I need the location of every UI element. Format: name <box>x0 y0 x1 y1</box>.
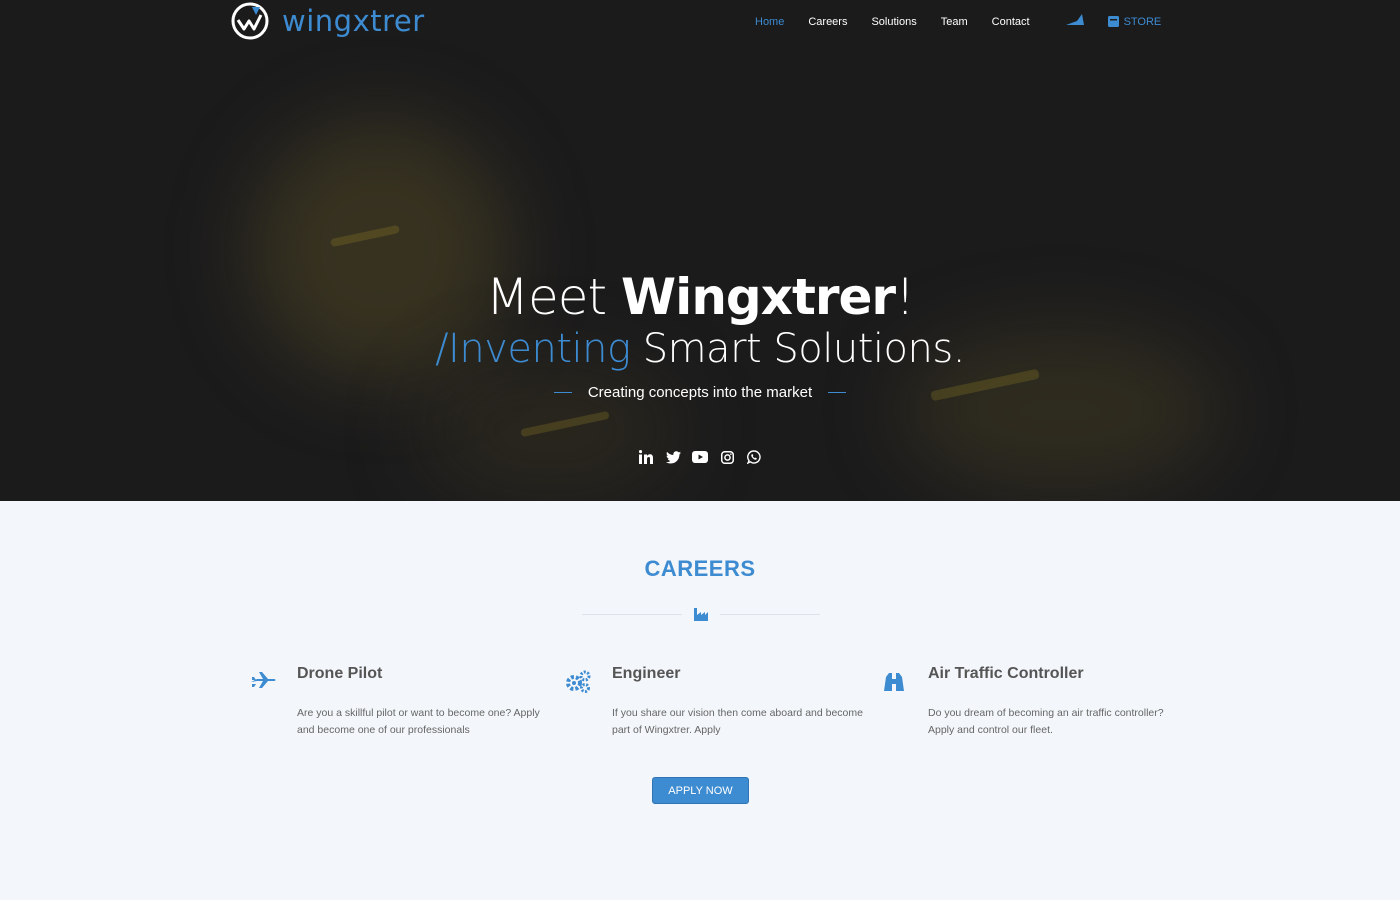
cart-icon <box>1107 16 1119 27</box>
careers-divider <box>582 606 820 622</box>
career-card-engineer: Engineer If you share our vision then co… <box>566 665 872 739</box>
plane-icon[interactable] <box>1065 14 1084 29</box>
hero-section: wingxtrer Home Careers Solutions Team Co… <box>0 0 1400 501</box>
store-label: STORE <box>1123 15 1162 28</box>
instagram-icon[interactable] <box>719 449 735 465</box>
brand-name: wingxtrer <box>282 4 425 38</box>
whatsapp-icon[interactable] <box>746 449 762 465</box>
linkedin-icon[interactable] <box>638 449 654 465</box>
factory-icon <box>694 608 708 621</box>
hero-title: Meet Wingxtrer! <box>485 268 915 326</box>
tagline-dash-left <box>553 392 572 393</box>
gears-icon <box>566 670 591 693</box>
tagline-dash-right <box>828 392 847 393</box>
twitter-icon[interactable] <box>665 449 681 465</box>
career-title: Drone Pilot <box>297 665 383 682</box>
youtube-icon[interactable] <box>692 449 708 465</box>
career-title: Engineer <box>612 665 681 682</box>
hero-tagline: Creating concepts into the market <box>587 384 813 401</box>
careers-title: CAREERS <box>644 556 756 581</box>
nav-solutions[interactable]: Solutions <box>871 16 916 28</box>
brand-logo[interactable]: wingxtrer <box>230 1 425 41</box>
top-navigation-bar: wingxtrer Home Careers Solutions Team Co… <box>0 0 1400 44</box>
nav-contact[interactable]: Contact <box>992 16 1030 28</box>
career-description: Are you a skillful pilot or want to beco… <box>297 707 540 736</box>
social-links <box>0 449 1400 465</box>
apply-now-button[interactable]: APPLY NOW <box>652 777 749 804</box>
career-description: If you share our vision then come aboard… <box>612 707 863 736</box>
hero-subtitle: /Inventing Smart Solutions. <box>435 326 965 372</box>
career-card-drone-pilot: Drone Pilot Are you a skillful pilot or … <box>251 665 557 739</box>
store-link[interactable]: STORE <box>1107 15 1162 28</box>
binoculars-icon <box>884 673 904 691</box>
hero-background-image <box>0 0 1400 501</box>
main-nav: Home Careers Solutions Team Contact STOR… <box>755 14 1185 29</box>
career-description: Do you dream of becoming an air traffic … <box>928 707 1164 736</box>
airplane-icon <box>251 672 276 688</box>
logo-icon <box>231 2 269 40</box>
nav-careers[interactable]: Careers <box>808 16 847 28</box>
career-title: Air Traffic Controller <box>928 665 1084 682</box>
nav-team[interactable]: Team <box>941 16 968 28</box>
career-card-air-traffic-controller: Air Traffic Controller Do you dream of b… <box>884 665 1188 739</box>
hero-tagline-row: Creating concepts into the market <box>0 384 1400 401</box>
nav-home[interactable]: Home <box>755 16 784 28</box>
